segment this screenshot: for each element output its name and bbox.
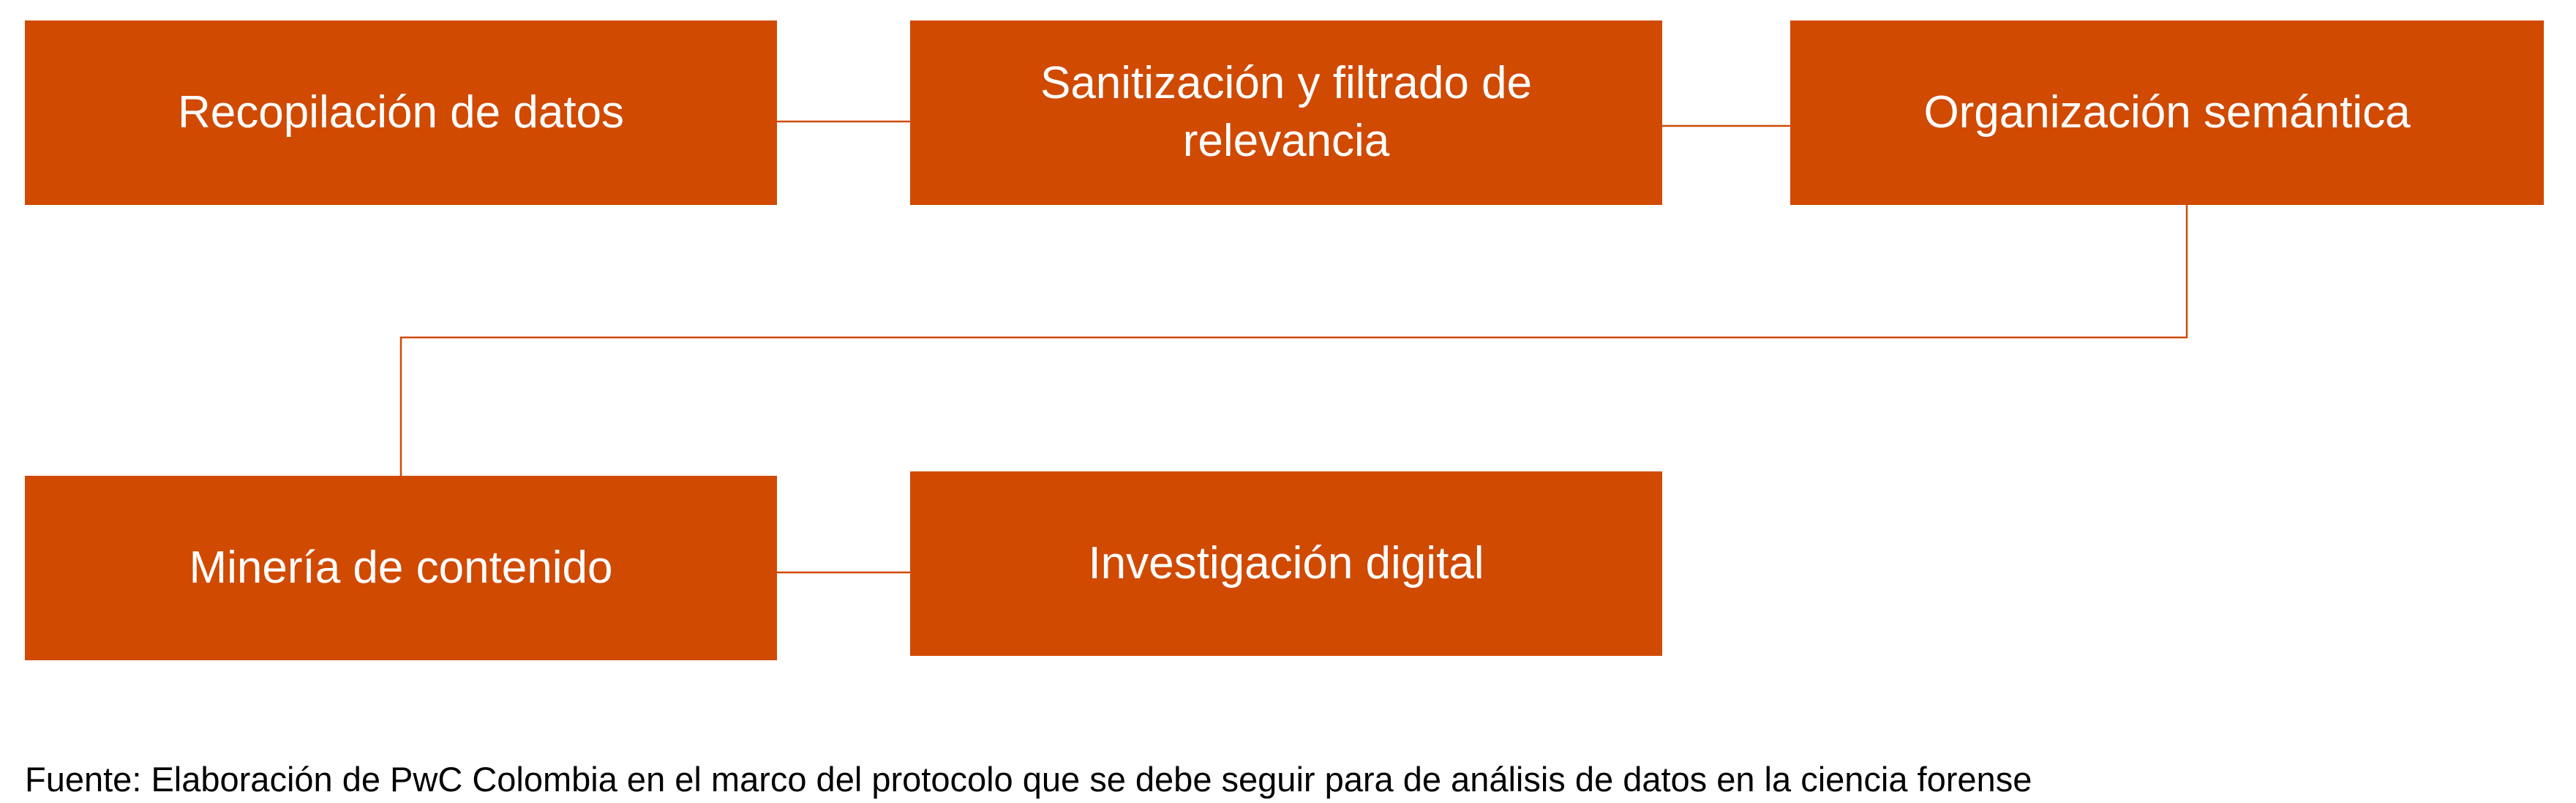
connector-3-4 xyxy=(399,205,2188,476)
step-recopilacion-de-datos: Recopilación de datos xyxy=(25,20,777,205)
step-sanitizacion-y-filtrado: Sanitización y filtrado de relevancia xyxy=(910,20,1662,205)
step-label: Organización semántica xyxy=(1923,86,2411,138)
step-label: Recopilación de datos xyxy=(177,86,625,138)
source-note: Fuente: Elaboración de PwC Colombia en e… xyxy=(25,760,2032,799)
step-label: Investigación digital xyxy=(1088,537,1484,589)
step-label: Minería de contenido xyxy=(189,542,613,593)
step-investigacion-digital: Investigación digital xyxy=(910,471,1662,656)
step-mineria-de-contenido: Minería de contenido xyxy=(25,476,777,660)
step-label: Sanitización y filtrado de relevancia xyxy=(1040,58,1533,166)
step-organizacion-semantica: Organización semántica xyxy=(1790,20,2544,205)
